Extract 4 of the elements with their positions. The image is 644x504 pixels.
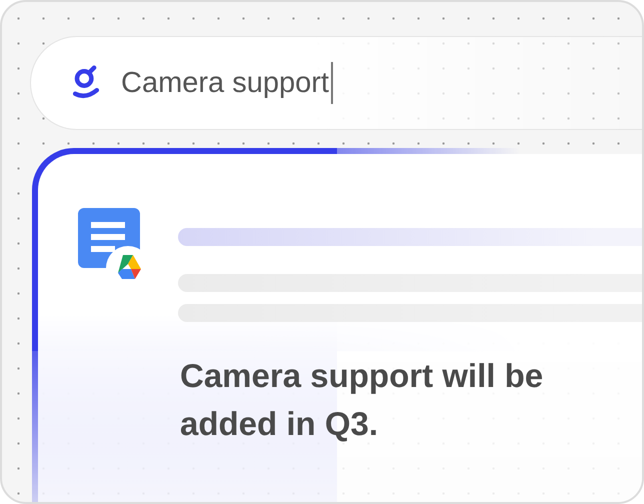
search-text: Camera support (121, 62, 333, 104)
answer-text: Camera support will be added in Q3. (180, 356, 544, 444)
search-bar[interactable]: Camera support (30, 36, 642, 130)
logo-icon (71, 65, 101, 101)
